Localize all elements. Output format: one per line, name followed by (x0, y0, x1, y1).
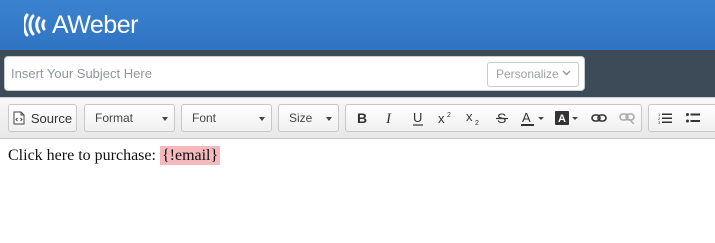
text-color-icon: A (520, 111, 534, 126)
editor-toolbar: Source Format Font Size B I U x2 x2 S A … (0, 97, 715, 139)
font-arrow-icon (259, 117, 265, 121)
font-dropdown[interactable]: Font (181, 104, 272, 132)
link-icon (591, 114, 607, 122)
size-dropdown[interactable]: Size (278, 104, 339, 132)
underline-icon: U (413, 111, 423, 126)
list-group: 1 2 3 (648, 104, 715, 132)
italic-button[interactable]: I (376, 105, 404, 131)
bullet-list-button[interactable] (679, 105, 707, 131)
svg-text:A: A (558, 113, 566, 125)
chevron-down-icon (562, 70, 571, 76)
unlink-button[interactable] (613, 105, 641, 131)
size-arrow-icon (326, 117, 332, 121)
strikethrough-button[interactable]: S (488, 105, 516, 131)
subject-bar: Personalize (0, 50, 715, 97)
aweber-wave-icon (24, 13, 46, 37)
svg-text:B: B (357, 111, 367, 125)
svg-text:x: x (466, 111, 473, 124)
underline-button[interactable]: U (404, 105, 432, 131)
unlink-icon (619, 113, 635, 124)
bullet-list-icon (686, 113, 700, 123)
bold-icon: B (357, 111, 367, 125)
size-label: Size (289, 111, 313, 125)
personalize-dropdown[interactable]: Personalize (487, 62, 579, 87)
svg-text:U: U (413, 111, 422, 125)
numbered-list-icon: 1 2 3 (658, 112, 672, 125)
text-color-button[interactable]: A (516, 105, 548, 131)
logo-text: AWeber (52, 11, 138, 39)
subscript-icon: x2 (466, 111, 479, 125)
editor-paragraph[interactable]: Click here to purchase: {!email} (8, 146, 221, 165)
superscript-button[interactable]: x2 (432, 105, 460, 131)
svg-text:2: 2 (447, 112, 451, 119)
format-label: Format (95, 111, 134, 125)
app-header: AWeber (0, 0, 715, 50)
strikethrough-icon: S (496, 111, 508, 125)
message-editor[interactable]: Click here to purchase: {!email} (0, 139, 715, 243)
bold-button[interactable]: B (348, 105, 376, 131)
font-label: Font (192, 111, 217, 125)
svg-text:I: I (385, 111, 392, 125)
background-color-button[interactable]: A (550, 105, 582, 131)
italic-icon: I (385, 111, 392, 125)
formatting-group: B I U x2 x2 S A A (345, 104, 642, 132)
source-button[interactable]: Source (8, 104, 77, 132)
format-arrow-icon (162, 117, 168, 121)
merge-tag[interactable]: {!email} (159, 146, 221, 165)
format-dropdown[interactable]: Format (84, 104, 175, 132)
aweber-logo[interactable]: AWeber (24, 10, 138, 40)
numbered-list-button[interactable]: 1 2 3 (651, 105, 679, 131)
superscript-icon: x2 (438, 111, 451, 125)
svg-text:2: 2 (475, 120, 479, 125)
source-label: Source (30, 110, 73, 126)
link-button[interactable] (585, 105, 613, 131)
source-document-icon (13, 111, 25, 125)
background-color-arrow-icon (571, 116, 578, 120)
subscript-button[interactable]: x2 (460, 105, 488, 131)
svg-text:x: x (438, 111, 445, 125)
svg-text:3: 3 (658, 120, 661, 125)
background-color-icon: A (554, 111, 569, 125)
editor-text: Click here to purchase: (8, 147, 160, 164)
text-color-arrow-icon (537, 116, 544, 120)
personalize-label: Personalize (496, 67, 559, 81)
svg-text:A: A (522, 111, 531, 125)
